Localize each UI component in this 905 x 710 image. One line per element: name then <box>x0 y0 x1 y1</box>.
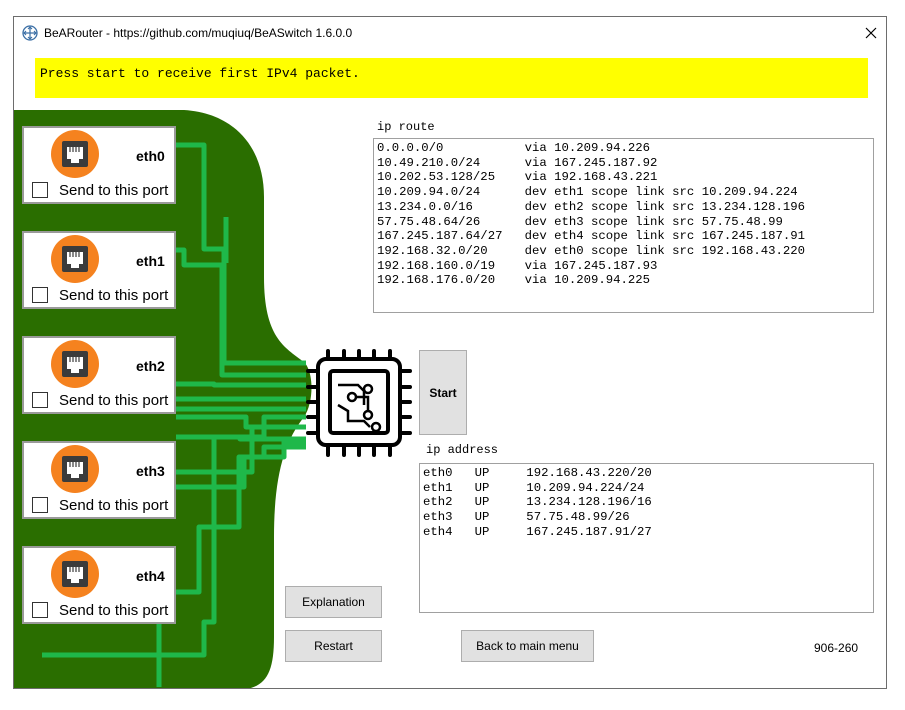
port-name: eth1 <box>136 253 165 269</box>
port-name: eth3 <box>136 463 165 479</box>
port-card-eth2: eth2 Send to this port <box>22 336 176 414</box>
send-checkbox-label[interactable]: Send to this port <box>59 602 168 619</box>
ethernet-port-icon <box>51 130 99 178</box>
start-button[interactable]: Start <box>419 350 467 435</box>
cpu-chip-icon <box>306 349 412 457</box>
send-checkbox-eth3[interactable] <box>32 497 48 513</box>
send-checkbox-label[interactable]: Send to this port <box>59 287 168 304</box>
session-code: 906-260 <box>814 641 859 655</box>
app-window: BeARouter - https://github.com/muqiuq/Be… <box>13 16 887 689</box>
ip-address-textbox[interactable]: eth0 UP 192.168.43.220/20 eth1 UP 10.209… <box>419 463 874 613</box>
explanation-button[interactable]: Explanation <box>285 586 382 618</box>
send-checkbox-label[interactable]: Send to this port <box>59 497 168 514</box>
send-checkbox-eth2[interactable] <box>32 392 48 408</box>
ethernet-port-icon <box>51 445 99 493</box>
ip-route-textbox[interactable]: 0.0.0.0/0 via 10.209.94.226 10.49.210.0/… <box>373 138 874 313</box>
send-checkbox-eth1[interactable] <box>32 287 48 303</box>
port-name: eth0 <box>136 148 165 164</box>
send-checkbox-eth0[interactable] <box>32 182 48 198</box>
ip-address-label: ip address <box>426 443 499 457</box>
send-checkbox-label[interactable]: Send to this port <box>59 392 168 409</box>
restart-button[interactable]: Restart <box>285 630 382 662</box>
send-checkbox-label[interactable]: Send to this port <box>59 182 168 199</box>
ethernet-port-icon <box>51 340 99 388</box>
port-card-eth3: eth3 Send to this port <box>22 441 176 519</box>
port-card-eth4: eth4 Send to this port <box>22 546 176 624</box>
send-checkbox-eth4[interactable] <box>32 602 48 618</box>
ethernet-port-icon <box>51 235 99 283</box>
ip-route-label: ip route <box>377 120 435 134</box>
back-to-main-menu-button[interactable]: Back to main menu <box>461 630 594 662</box>
port-card-eth1: eth1 Send to this port <box>22 231 176 309</box>
port-name: eth4 <box>136 568 165 584</box>
port-name: eth2 <box>136 358 165 374</box>
port-card-eth0: eth0 Send to this port <box>22 126 176 204</box>
ethernet-port-icon <box>51 550 99 598</box>
